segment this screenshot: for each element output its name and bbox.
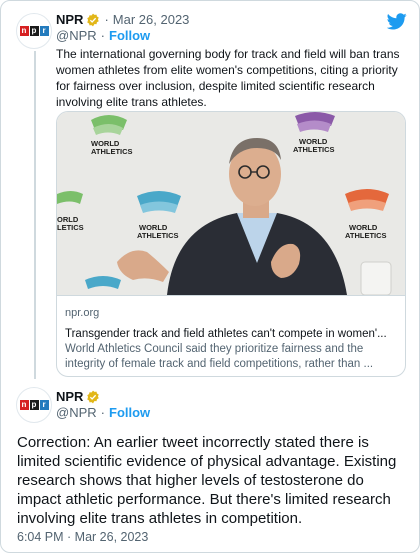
logo-letter-r: r (39, 400, 49, 410)
logo-letter-p: p (29, 26, 39, 36)
follow-separator-2: · (100, 405, 105, 420)
backdrop-text-athletics-cut: LETICS (57, 223, 84, 232)
tweet-date[interactable]: Mar 26, 2023 (113, 12, 190, 28)
card-meta: npr.org Transgender track and field athl… (57, 295, 405, 372)
logo-letter-n: n (19, 26, 29, 36)
verified-badge-icon (87, 390, 100, 404)
logo-letter-p: p (29, 400, 39, 410)
tweet2-timestamp[interactable]: 6:04 PM · Mar 26, 2023 (17, 529, 148, 545)
tweet1-handle-row: @NPR · Follow (56, 28, 150, 44)
tweet1-header: NPR · Mar 26, 2023 (56, 12, 189, 28)
backdrop-text-athletics: ATHLETICS (91, 147, 133, 156)
card-description: World Athletics Council said they priori… (65, 343, 374, 370)
tweet2-handle-row: @NPR · Follow (56, 405, 150, 421)
backdrop-text-athletics-5: ATHLETICS (345, 231, 387, 240)
npr-avatar[interactable]: n p r (16, 13, 52, 49)
twitter-bird-icon[interactable] (387, 13, 407, 30)
follow-button[interactable]: Follow (109, 28, 150, 44)
date-separator: · (104, 12, 109, 27)
tweet2-text: Correction: An earlier tweet incorrectly… (17, 434, 397, 527)
coffee-cup (360, 261, 392, 295)
backdrop-text-athletics-2: ATHLETICS (293, 145, 335, 154)
logo-letter-r: r (39, 26, 49, 36)
article-photo: WORLD ATHLETICS WORLD ATHLETICS ORLD LET… (57, 112, 405, 295)
author-name[interactable]: NPR (56, 12, 83, 28)
embedded-tweet-frame: n p r NPR · Mar 26, 2023 @NPR · Follow T… (0, 0, 420, 553)
author-handle-2[interactable]: @NPR (56, 405, 97, 421)
logo-letter-n: n (19, 400, 29, 410)
tweet2-header: NPR (56, 389, 100, 405)
npr-logo-2: n p r (19, 400, 49, 410)
thread-connector (34, 51, 36, 379)
follow-button-2[interactable]: Follow (109, 405, 150, 421)
link-preview-card[interactable]: WORLD ATHLETICS WORLD ATHLETICS ORLD LET… (56, 111, 406, 377)
follow-separator: · (100, 28, 105, 43)
author-handle[interactable]: @NPR (56, 28, 97, 44)
tweet1-text: The international governing body for tra… (56, 47, 400, 109)
card-title[interactable]: Transgender track and field athletes can… (65, 326, 399, 342)
author-name-2[interactable]: NPR (56, 389, 83, 405)
verified-badge-icon (87, 13, 100, 27)
backdrop-text-athletics-4: ATHLETICS (137, 231, 179, 240)
npr-avatar-2[interactable]: n p r (16, 387, 52, 423)
card-domain: npr.org (65, 307, 100, 319)
npr-logo: n p r (19, 26, 49, 36)
